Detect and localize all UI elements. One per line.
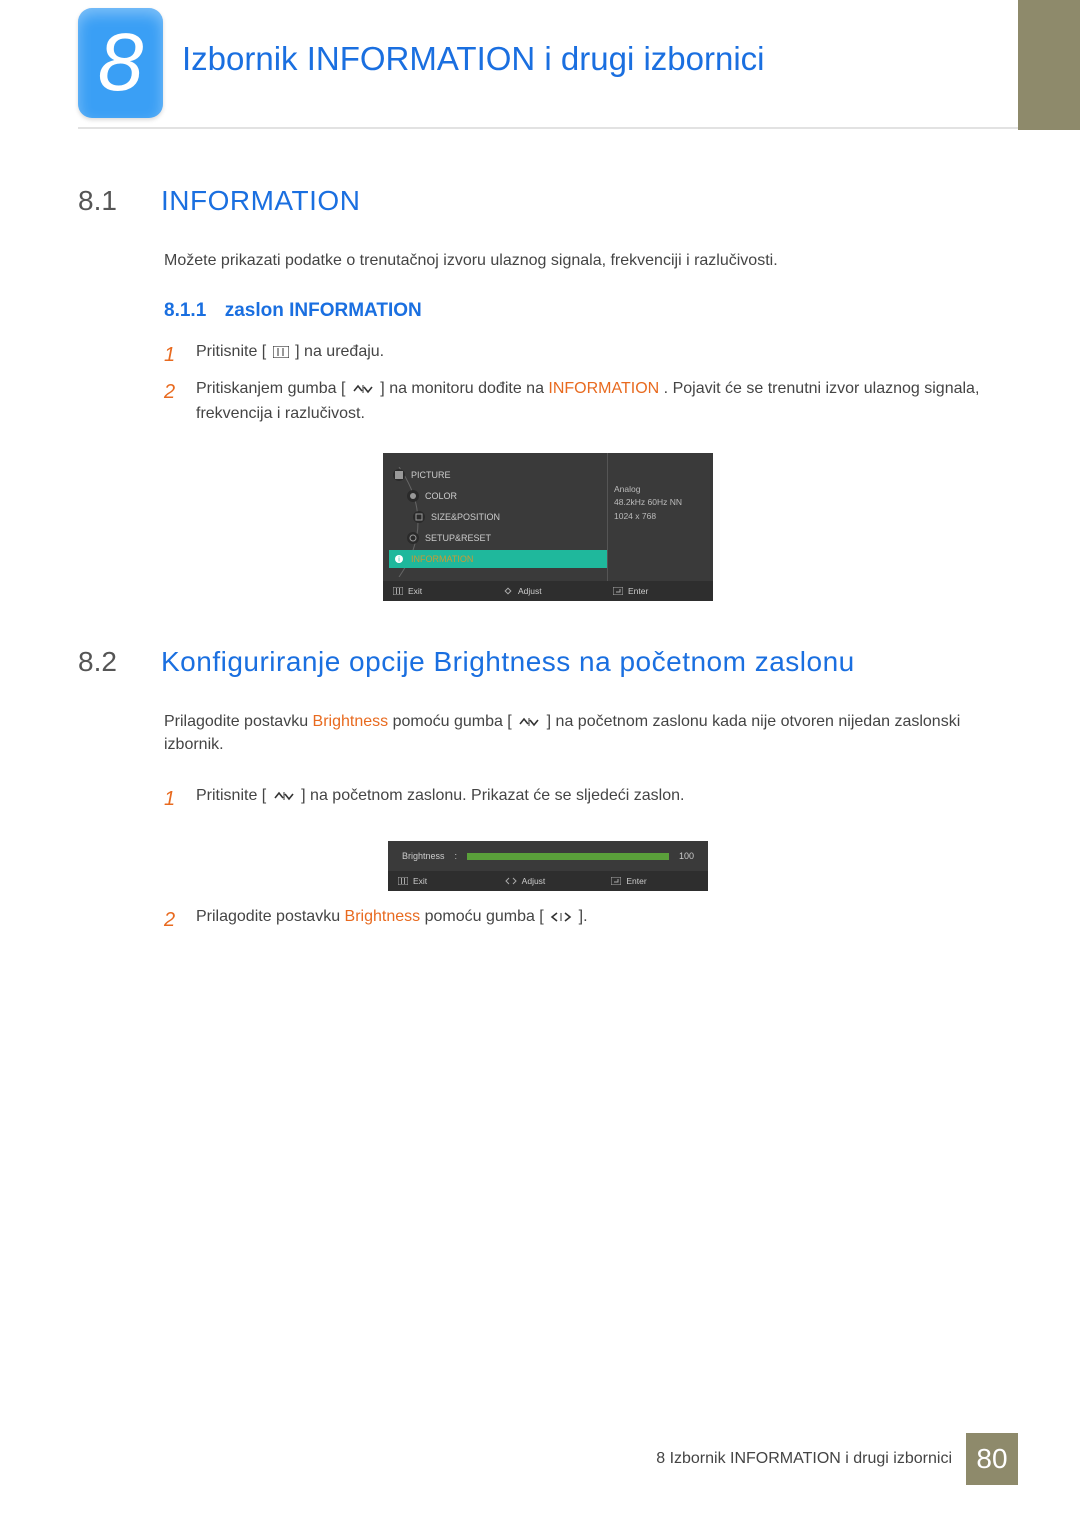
up-down-icon — [273, 790, 295, 802]
osd-item-setup: SETUP&RESET — [403, 529, 607, 547]
diamond-icon — [503, 586, 513, 596]
chapter-title: Izbornik INFORMATION i drugi izbornici — [182, 40, 765, 78]
section-title: INFORMATION — [161, 185, 360, 217]
steps-8-2b: 2 Prilagodite postavku Brightness pomoću… — [164, 905, 1018, 936]
subsection-title: zaslon INFORMATION — [225, 300, 422, 321]
step-1: 1 Pritisnite [ ] na uređaju. — [164, 340, 1018, 371]
section-intro: Možete prikazati podatke o trenutačnoj i… — [164, 249, 1018, 272]
step-2: 2 Prilagodite postavku Brightness pomoću… — [164, 905, 1018, 936]
osd-panel: PICTURE COLOR SIZE&POSITION SETUP&RESET … — [383, 453, 713, 601]
step-number: 1 — [164, 340, 182, 371]
up-down-icon — [352, 383, 374, 395]
osd-adjust: Adjust — [495, 871, 602, 891]
osd-enter: Enter — [603, 581, 713, 601]
enter-icon — [611, 877, 621, 885]
page-footer: 8 Izbornik INFORMATION i drugi izbornici… — [656, 1433, 1018, 1485]
section-number: 8.2 — [78, 646, 143, 678]
menu-icon — [273, 346, 289, 358]
osd-enter: Enter — [601, 871, 708, 891]
divider — [78, 127, 1018, 129]
step-1: 1 Pritisnite [ ] na početnom zaslonu. Pr… — [164, 784, 1018, 815]
section-number: 8.1 — [78, 185, 143, 217]
steps-8-1-1: 1 Pritisnite [ ] na uređaju. 2 Pritiskan… — [164, 340, 1018, 427]
step-text: Pritisnite [ ] na početnom zaslonu. Prik… — [196, 784, 684, 815]
info-icon: i — [393, 553, 405, 565]
osd-exit: Exit — [388, 871, 495, 891]
brightness-bar — [467, 853, 669, 860]
menu-icon — [398, 877, 408, 885]
step-2: 2 Pritiskanjem gumba [ ] na monitoru dođ… — [164, 377, 1018, 427]
left-right-icon — [505, 876, 517, 886]
osd-item-color: COLOR — [403, 487, 607, 505]
step-number: 1 — [164, 784, 182, 815]
highlight: INFORMATION — [548, 380, 659, 397]
color-icon — [407, 490, 419, 502]
footer-text: 8 Izbornik INFORMATION i drugi izbornici — [656, 1450, 966, 1468]
setup-icon — [407, 532, 419, 544]
picture-icon — [393, 469, 405, 481]
highlight: Brightness — [345, 908, 421, 925]
chapter-number: 8 — [98, 22, 144, 104]
osd-panel: Brightness : 100 Exit Adjust Enter — [388, 841, 708, 891]
osd-adjust: Adjust — [493, 581, 603, 601]
osd-menu: PICTURE COLOR SIZE&POSITION SETUP&RESET … — [383, 453, 608, 581]
page: 8 Izbornik INFORMATION i drugi izbornici… — [0, 0, 1080, 1527]
enter-icon — [613, 587, 623, 595]
brightness-label: Brightness — [402, 851, 445, 861]
osd-exit: Exit — [383, 581, 493, 601]
step-number: 2 — [164, 905, 182, 936]
section-8-1: 8.1 INFORMATION — [78, 185, 1018, 217]
brightness-value: 100 — [679, 851, 694, 861]
section-title: Konfiguriranje opcije Brightness na poče… — [161, 646, 855, 678]
osd-footer: Exit Adjust Enter — [388, 871, 708, 891]
step-number: 2 — [164, 377, 182, 427]
sidebar-accent — [1018, 0, 1080, 130]
menu-icon — [393, 587, 403, 595]
osd-brightness: Brightness : 100 Exit Adjust Enter — [78, 841, 1018, 891]
osd-footer: Exit Adjust Enter — [383, 581, 713, 601]
content: 8.1 INFORMATION Možete prikazati podatke… — [78, 185, 1018, 962]
size-icon — [413, 511, 425, 523]
section-intro: Prilagodite postavku Brightness pomoću g… — [164, 710, 1018, 756]
steps-8-2: 1 Pritisnite [ ] na početnom zaslonu. Pr… — [164, 784, 1018, 815]
step-text: Pritiskanjem gumba [ ] na monitoru dođit… — [196, 377, 1018, 427]
subsection-number: 8.1.1 — [164, 300, 206, 321]
chapter-badge: 8 — [78, 8, 163, 118]
osd-info-panel: Analog 48.2kHz 60Hz NN 1024 x 768 — [608, 453, 713, 581]
step-text: Prilagodite postavku Brightness pomoću g… — [196, 905, 588, 936]
left-right-icon — [550, 911, 572, 923]
page-number: 80 — [966, 1433, 1018, 1485]
osd-item-size: SIZE&POSITION — [409, 508, 607, 526]
osd-item-picture: PICTURE — [389, 466, 607, 484]
osd-screenshot: PICTURE COLOR SIZE&POSITION SETUP&RESET … — [78, 453, 1018, 601]
step-text: Pritisnite [ ] na uređaju. — [196, 340, 384, 371]
subsection-8-1-1: 8.1.1 zaslon INFORMATION — [164, 300, 1018, 322]
up-down-icon — [518, 716, 540, 728]
osd-item-information: iINFORMATION — [389, 550, 607, 568]
highlight: Brightness — [313, 713, 389, 730]
section-8-2: 8.2 Konfiguriranje opcije Brightness na … — [78, 646, 1018, 678]
